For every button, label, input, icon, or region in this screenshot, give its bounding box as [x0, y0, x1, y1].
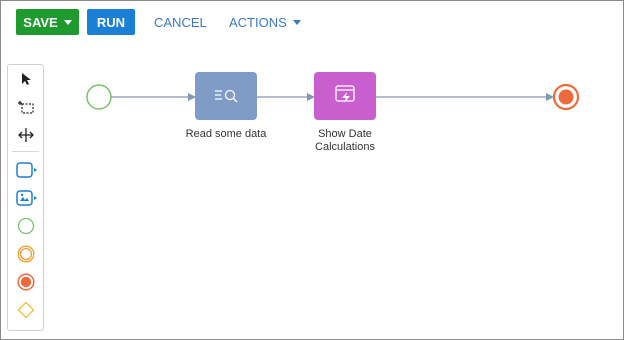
start-event-icon[interactable]: [8, 214, 43, 238]
diagram-canvas[interactable]: Read some data Show Date Calculations: [44, 44, 622, 338]
palette-divider: [12, 151, 39, 152]
chevron-down-icon: [63, 19, 72, 25]
date-calculation-task[interactable]: [314, 72, 376, 120]
task-shape-icon[interactable]: [8, 158, 43, 182]
intermediate-event-icon[interactable]: [8, 242, 43, 266]
start-event[interactable]: [86, 84, 112, 110]
chevron-down-icon: [292, 19, 301, 25]
read-data-task[interactable]: [195, 72, 257, 120]
lasso-tool-icon[interactable]: [8, 95, 43, 119]
gateway-icon[interactable]: [8, 298, 43, 322]
cancel-button-label: CANCEL: [154, 14, 207, 30]
run-button[interactable]: RUN: [87, 9, 135, 35]
pointer-tool-icon[interactable]: [8, 67, 43, 91]
actions-button-label: ACTIONS: [229, 14, 287, 30]
sequence-flow[interactable]: [376, 93, 554, 101]
actions-menu-button[interactable]: ACTIONS: [229, 9, 301, 35]
date-calculation-task-label: Show Date Calculations: [315, 128, 375, 153]
space-tool-icon[interactable]: [8, 123, 43, 147]
save-button-label: SAVE: [23, 14, 58, 30]
read-data-task-label: Read some data: [185, 128, 267, 140]
subprocess-shape-icon[interactable]: [8, 186, 43, 210]
save-button[interactable]: SAVE: [16, 9, 79, 35]
sequence-flow[interactable]: [111, 93, 196, 101]
cancel-button[interactable]: CANCEL: [154, 9, 207, 35]
end-event[interactable]: [552, 83, 580, 111]
run-button-label: RUN: [96, 14, 126, 30]
element-palette: [7, 64, 44, 331]
diagram-connections: [86, 72, 580, 120]
end-event-icon[interactable]: [8, 270, 43, 294]
sequence-flow[interactable]: [257, 93, 315, 101]
